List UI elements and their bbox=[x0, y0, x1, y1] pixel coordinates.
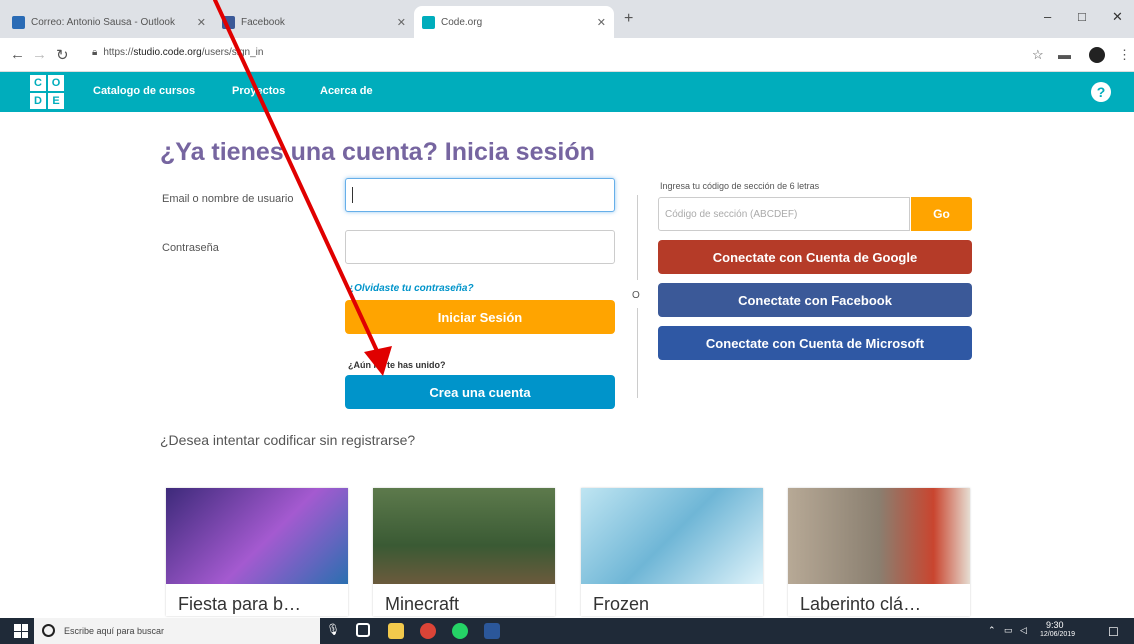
browser-tab-bar: Correo: Antonio Sausa - Outlook ✕ Facebo… bbox=[0, 0, 1134, 38]
taskbar-search-placeholder: Escribe aquí para buscar bbox=[64, 626, 165, 636]
codeorg-logo[interactable]: C O D E bbox=[30, 75, 64, 109]
codeorg-icon bbox=[422, 15, 435, 29]
nav-about[interactable]: Acerca de bbox=[320, 85, 373, 97]
divider-line bbox=[637, 195, 638, 280]
taskbar-search[interactable]: Escribe aquí para buscar bbox=[34, 618, 320, 644]
logo-letter: O bbox=[48, 75, 64, 91]
card-thumbnail bbox=[788, 488, 970, 584]
url-path: /users/sign_in bbox=[201, 47, 264, 58]
facebook-signin-button[interactable]: Conectate con Facebook bbox=[658, 283, 972, 317]
minimize-button[interactable]: – bbox=[1044, 9, 1051, 24]
chrome-icon[interactable] bbox=[420, 623, 436, 639]
volume-icon[interactable]: ◁ bbox=[1020, 625, 1027, 636]
tab-title: Facebook bbox=[241, 16, 285, 28]
word-icon[interactable] bbox=[484, 623, 500, 639]
clock-date[interactable]: 12/06/2019 bbox=[1040, 631, 1075, 638]
microsoft-signin-button[interactable]: Conectate con Cuenta de Microsoft bbox=[658, 326, 972, 360]
battery-icon[interactable]: ▭ bbox=[1004, 625, 1013, 636]
bookmark-star-icon[interactable]: ☆ bbox=[1032, 47, 1044, 63]
cortana-icon bbox=[42, 624, 55, 637]
address-bar-row: ← → ↻ 🔒︎ https://studio.code.org/users/si… bbox=[0, 38, 1134, 72]
divider-line bbox=[637, 308, 638, 398]
close-tab-icon[interactable]: ✕ bbox=[397, 16, 406, 29]
card-title: Frozen bbox=[593, 594, 650, 614]
back-icon[interactable]: ← bbox=[10, 46, 25, 63]
close-window-button[interactable]: ✕ bbox=[1112, 9, 1123, 25]
forward-icon[interactable]: → bbox=[32, 46, 47, 63]
card-thumbnail bbox=[166, 488, 348, 584]
tab-title: Correo: Antonio Sausa - Outlook bbox=[31, 16, 175, 28]
close-tab-icon[interactable]: ✕ bbox=[597, 16, 606, 29]
card-thumbnail bbox=[373, 488, 555, 584]
microphone-icon[interactable]: 🎙︎ bbox=[326, 623, 342, 639]
card-thumbnail bbox=[581, 488, 763, 584]
logo-letter: E bbox=[48, 93, 64, 109]
file-explorer-icon[interactable] bbox=[388, 623, 404, 639]
go-button[interactable]: Go bbox=[911, 197, 972, 231]
close-tab-icon[interactable]: ✕ bbox=[197, 16, 206, 29]
facebook-icon bbox=[222, 15, 235, 29]
profile-avatar[interactable] bbox=[1089, 47, 1105, 63]
windows-start-icon[interactable] bbox=[14, 624, 28, 638]
email-field[interactable] bbox=[345, 178, 615, 212]
logo-letter: C bbox=[30, 75, 46, 91]
extension-icon[interactable]: ▬ bbox=[1058, 47, 1071, 62]
help-icon[interactable]: ? bbox=[1091, 82, 1111, 102]
card-title: Minecraft bbox=[385, 594, 460, 614]
tab-facebook[interactable]: Facebook ✕ bbox=[214, 6, 414, 38]
course-card-classic-maze[interactable]: Laberinto clá… bbox=[788, 488, 970, 616]
forgot-password-link[interactable]: ¿Olvidaste tu contraseña? bbox=[348, 283, 474, 294]
section-code-placeholder: Código de sección (ABCDEF) bbox=[665, 209, 798, 220]
menu-dots-icon[interactable]: ⋮ bbox=[1118, 47, 1131, 63]
maximize-button[interactable]: □ bbox=[1078, 9, 1086, 24]
task-view-icon[interactable] bbox=[356, 623, 370, 637]
notifications-icon[interactable]: ☐ bbox=[1108, 625, 1119, 639]
new-tab-button[interactable]: + bbox=[624, 10, 633, 28]
password-label: Contraseña bbox=[162, 242, 219, 254]
signin-button[interactable]: Iniciar Sesión bbox=[345, 300, 615, 334]
not-joined-text: ¿Aún no te has unido? bbox=[348, 360, 446, 370]
try-without-signup-heading: ¿Desea intentar codificar sin registrars… bbox=[160, 432, 416, 448]
network-icon[interactable]: ⌃ bbox=[988, 625, 996, 636]
course-card-minecraft[interactable]: Minecraft bbox=[373, 488, 555, 616]
nav-projects[interactable]: Proyectos bbox=[232, 85, 285, 97]
password-field[interactable] bbox=[345, 230, 615, 264]
site-header: C O D E Catalogo de cursos Proyectos Ace… bbox=[0, 72, 1134, 112]
tab-codeorg[interactable]: Code.org ✕ bbox=[414, 6, 614, 38]
course-card-dance[interactable]: Fiesta para b… bbox=[166, 488, 348, 616]
nav-catalog[interactable]: Catalogo de cursos bbox=[93, 85, 195, 97]
section-code-label: Ingresa tu código de sección de 6 letras bbox=[660, 181, 820, 191]
outlook-icon bbox=[12, 15, 25, 29]
email-label: Email o nombre de usuario bbox=[162, 193, 294, 205]
tab-outlook[interactable]: Correo: Antonio Sausa - Outlook ✕ bbox=[4, 6, 214, 38]
google-signin-button[interactable]: Conectate con Cuenta de Google bbox=[658, 240, 972, 274]
url-field[interactable]: 🔒︎ https://studio.code.org/users/sign_in bbox=[92, 47, 263, 58]
course-card-frozen[interactable]: Frozen bbox=[581, 488, 763, 616]
create-account-button[interactable]: Crea una cuenta bbox=[345, 375, 615, 409]
text-caret bbox=[352, 187, 353, 203]
url-host: studio.code.org bbox=[133, 47, 202, 58]
windows-taskbar: Escribe aquí para buscar 🎙︎ ⌃ ▭ ◁ 9:30 1… bbox=[0, 618, 1134, 644]
lock-icon: 🔒︎ bbox=[92, 47, 98, 58]
section-code-input[interactable]: Código de sección (ABCDEF) bbox=[658, 197, 910, 231]
url-prefix: https:// bbox=[103, 47, 134, 58]
page-title: ¿Ya tienes una cuenta? Inicia sesión bbox=[160, 138, 595, 166]
or-separator: O bbox=[632, 290, 640, 301]
whatsapp-icon[interactable] bbox=[452, 623, 468, 639]
card-title: Laberinto clá… bbox=[800, 594, 922, 614]
card-title: Fiesta para b… bbox=[178, 594, 302, 614]
reload-icon[interactable]: ↻ bbox=[56, 46, 69, 64]
logo-letter: D bbox=[30, 93, 46, 109]
tab-title: Code.org bbox=[441, 16, 483, 28]
clock-time[interactable]: 9:30 bbox=[1046, 620, 1064, 630]
